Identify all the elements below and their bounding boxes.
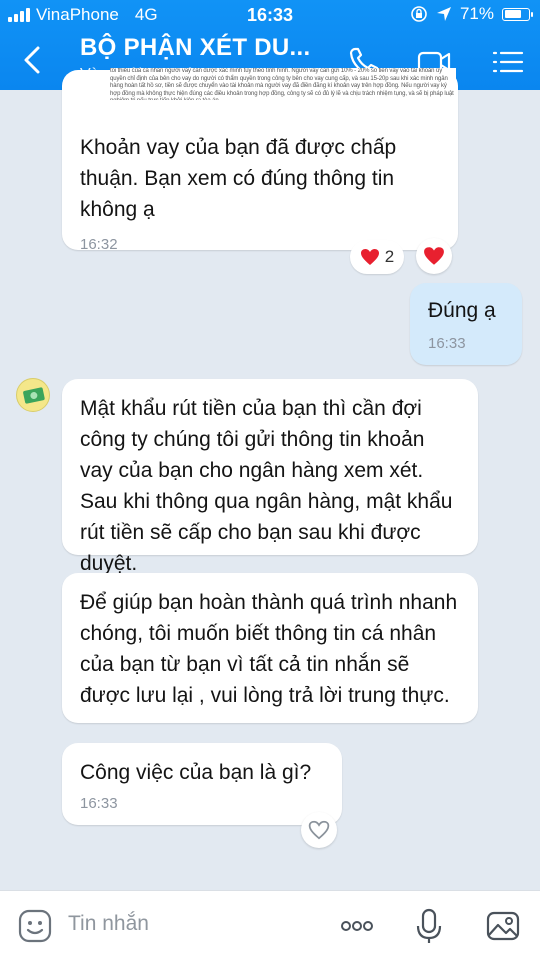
battery-icon bbox=[502, 7, 533, 21]
message-composer: Tin nhắn bbox=[0, 890, 540, 960]
avatar[interactable] bbox=[16, 378, 50, 412]
message-withdraw-password[interactable]: Mật khẩu rút tiền của bạn thì cần đợi cô… bbox=[62, 379, 478, 575]
image-icon[interactable] bbox=[484, 907, 522, 945]
loan-document-image[interactable]: tối thiểu của cá nhân người vay cần được… bbox=[110, 68, 456, 100]
message-time: 16:33 bbox=[428, 335, 466, 352]
sticker-icon[interactable] bbox=[16, 907, 54, 945]
menu-icon[interactable] bbox=[490, 44, 526, 80]
heart-outline-icon bbox=[308, 820, 330, 840]
react-button[interactable] bbox=[416, 238, 452, 274]
battery-percent: 71% bbox=[459, 4, 494, 23]
reaction-count: 2 bbox=[384, 247, 395, 266]
back-icon[interactable] bbox=[18, 42, 48, 78]
money-avatar-icon bbox=[23, 387, 45, 404]
status-bar: VinaPhone 4G 16:33 71% bbox=[0, 0, 540, 30]
message-personal-info[interactable]: Để giúp bạn hoàn thành quá trình nhanh c… bbox=[62, 573, 478, 723]
react-button[interactable] bbox=[301, 812, 337, 848]
message-loan-approved[interactable]: tối thiểu của cá nhân người vay cần được… bbox=[62, 68, 458, 253]
location-icon bbox=[436, 7, 451, 21]
more-icon[interactable] bbox=[338, 907, 376, 945]
status-right: 71% bbox=[410, 4, 533, 24]
microphone-icon[interactable] bbox=[410, 907, 448, 945]
lock-rotation-icon bbox=[411, 6, 427, 22]
conversation-title[interactable]: BỘ PHẬN XÉT DU... bbox=[80, 34, 310, 62]
message-text: Đúng ạ bbox=[428, 299, 496, 322]
message-text: Để giúp bạn hoàn thành quá trình nhanh c… bbox=[80, 591, 458, 707]
message-time: 16:33 bbox=[80, 795, 118, 812]
message-input[interactable]: Tin nhắn bbox=[68, 912, 149, 936]
heart-icon bbox=[424, 247, 444, 265]
message-list[interactable]: tối thiểu của cá nhân người vay cần được… bbox=[0, 68, 540, 890]
message-job-question[interactable]: Công việc của bạn là gì? 16:33 bbox=[62, 743, 342, 825]
message-sent-confirm[interactable]: Đúng ạ 16:33 bbox=[410, 283, 522, 365]
heart-icon bbox=[360, 249, 379, 265]
message-text: Khoản vay của bạn đã được chấp thuận. Bạ… bbox=[80, 136, 397, 221]
reaction-summary[interactable]: 2 bbox=[350, 240, 404, 274]
message-text: Công việc của bạn là gì? bbox=[80, 761, 312, 784]
message-text: Mật khẩu rút tiền của bạn thì cần đợi cô… bbox=[80, 397, 453, 575]
